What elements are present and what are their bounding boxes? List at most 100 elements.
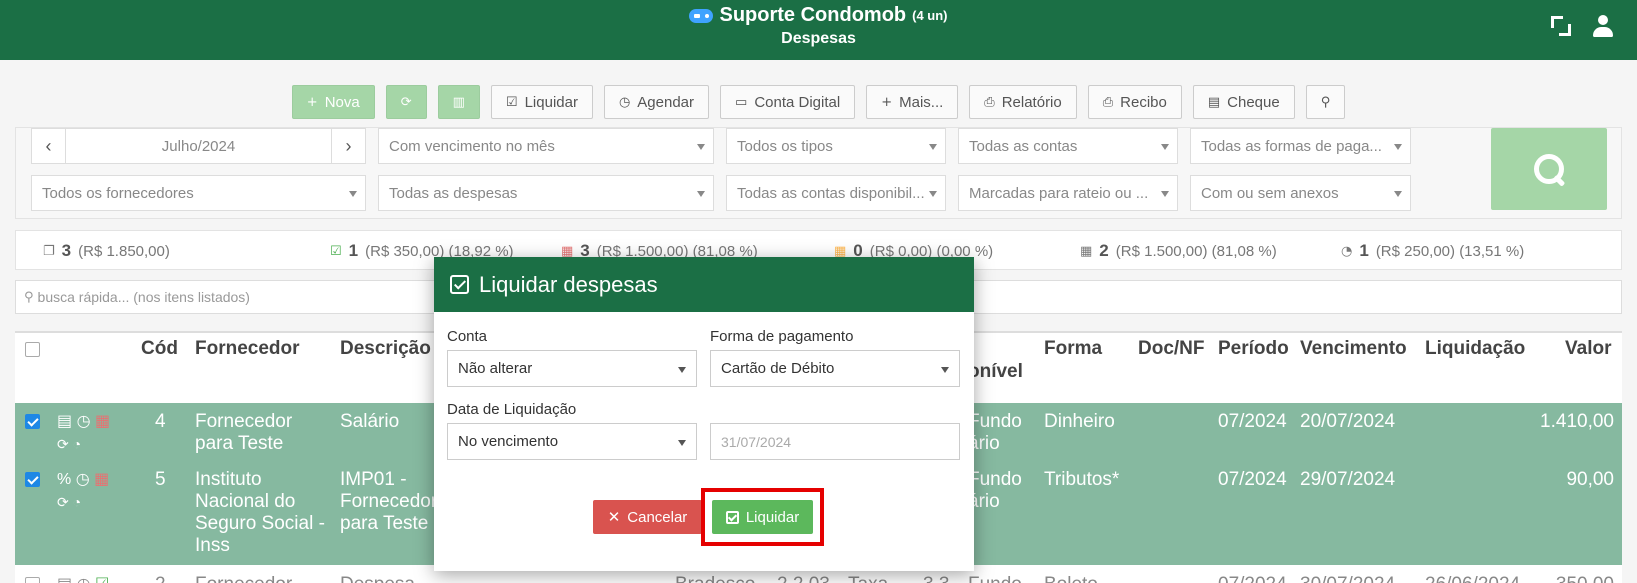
brand: Suporte Condomob (4 un) Despesas [0, 4, 1637, 48]
cell-fornecedor: para Teste [195, 433, 284, 454]
cell-num: 3.3 [923, 574, 949, 583]
search-button[interactable] [1491, 128, 1607, 210]
modal-title: Liquidar despesas [479, 271, 658, 297]
col-docnf[interactable]: Doc/NF [1138, 338, 1205, 360]
cell-disponivel: Fundo [968, 574, 1022, 583]
refresh-button[interactable]: ⟳ [385, 85, 427, 119]
cell-cod: 2 [155, 574, 166, 583]
summary-apportioned[interactable]: ◔ 1 (R$ 250,00) (13,51 %) [1341, 241, 1524, 261]
vencimento-select[interactable]: Com vencimento no mês [378, 128, 714, 164]
document-icon: ▤ [57, 576, 72, 583]
pie-chart-icon: ◔ [72, 494, 82, 510]
fullscreen-icon[interactable] [1549, 14, 1573, 38]
cell-forma: Dinheiro [1044, 411, 1115, 432]
col-disponivel[interactable]: onível [968, 361, 1023, 383]
zoom-button[interactable]: ⚲ [1305, 85, 1346, 119]
refresh-icon: ⟳ [57, 494, 69, 510]
col-forma[interactable]: Forma [1044, 338, 1102, 360]
plus-icon: + [306, 94, 318, 110]
col-cod[interactable]: Cód [141, 338, 178, 360]
clock-icon: ◷ [618, 94, 631, 110]
cheque-button[interactable]: ▤ Cheque [1192, 85, 1295, 119]
cell-forma: Boleto [1044, 574, 1098, 583]
col-vencimento[interactable]: Vencimento [1300, 338, 1407, 360]
col-valor[interactable]: Valor [1565, 338, 1611, 360]
row-checkbox[interactable] [25, 414, 40, 429]
receipt-button[interactable]: ⎙ Recibo [1087, 85, 1182, 119]
table-row[interactable]: ▤ ◷ ☑ 2 Fornecedor Despesa Bradesco 2.2.… [15, 569, 1622, 583]
formas-select[interactable]: Todas as formas de paga... [1190, 128, 1411, 164]
page-title: Despesas [781, 29, 856, 47]
clock-icon: ◷ [77, 576, 91, 583]
date-input[interactable]: 31/07/2024 [710, 423, 960, 460]
calendar-icon: ▦ [1080, 243, 1093, 259]
despesas-select[interactable]: Todas as despesas [378, 175, 714, 211]
top-bar: Suporte Condomob (4 un) Despesas [0, 0, 1637, 60]
row-checkbox[interactable] [25, 577, 40, 583]
toolbar: + Nova ⟳ ▥ ☑ Liquidar ◷ Agendar ▭ Conta Digi… [0, 85, 1637, 119]
cell-disponivel: Fundo [968, 469, 1022, 490]
liquidar-modal: Liquidar despesas Conta Não alterar Form… [434, 257, 974, 571]
cell-forma: Tributos* [1044, 469, 1120, 490]
cell-descricao: Fornecedor [340, 491, 438, 512]
anexos-select[interactable]: Com ou sem anexos [1190, 175, 1411, 211]
row-checkbox[interactable] [25, 472, 40, 487]
cell-fornecedor: Instituto [195, 469, 262, 490]
barcode-icon: ▥ [452, 94, 465, 110]
prev-month-button[interactable]: ‹ [32, 129, 66, 163]
conta-select[interactable]: Não alterar [447, 350, 697, 387]
clock-icon: ◷ [76, 413, 91, 430]
more-button[interactable]: + Mais... [866, 85, 959, 119]
printer-icon: ⎙ [984, 94, 995, 110]
report-button[interactable]: ⎙ Relatório [969, 85, 1077, 119]
cheque-icon: ▤ [1207, 94, 1221, 110]
agendar-button[interactable]: ◷ Agendar [603, 85, 710, 119]
check-square-icon: ☑ [330, 243, 342, 259]
data-liquidacao-select[interactable]: No vencimento [447, 423, 697, 460]
highlight-box [701, 488, 824, 546]
col-periodo[interactable]: Período [1218, 338, 1289, 360]
summary-open[interactable]: ▦ 2 (R$ 1.500,00) (81,08 %) [1080, 241, 1277, 261]
forma-pagamento-label: Forma de pagamento [710, 328, 854, 345]
tipos-select[interactable]: Todos os tipos [726, 128, 946, 164]
col-descricao[interactable]: Descrição [340, 338, 431, 360]
next-month-button[interactable]: › [331, 129, 365, 163]
check-square-icon [450, 275, 469, 294]
summary-total[interactable]: ❐ 3 (R$ 1.850,00) [43, 241, 170, 261]
new-button[interactable]: + Nova [291, 85, 375, 119]
modal-header: Liquidar despesas [434, 257, 974, 312]
row-status-icons: % ◷ ▦ [57, 469, 109, 491]
row-status-icons: ▤ ◷ ▦ [57, 411, 110, 433]
filter-panel: ‹ Julho/2024 › Com vencimento no mês Tod… [15, 127, 1622, 219]
refresh-icon: ⟳ [57, 436, 69, 452]
contas-disponiveis-select[interactable]: Todas as contas disponibil... [726, 175, 946, 211]
cell-vencimento: 30/07/2024 [1300, 574, 1395, 583]
conta-label: Conta [447, 328, 488, 345]
cell-fornecedor: Nacional do [195, 491, 296, 512]
zoom-icon: ⚲ [1320, 94, 1331, 110]
cell-periodo: 07/2024 [1218, 574, 1287, 583]
liquidar-button[interactable]: ☑ Liquidar [490, 85, 593, 119]
cell-descricao: Salário [340, 411, 400, 432]
cell-valor: 1.410,00 [1540, 411, 1614, 432]
calendar-icon: ▦ [95, 413, 111, 430]
cell-cod: 5 [155, 469, 166, 490]
calendar-icon: ▦ [94, 471, 110, 488]
conta-digital-button[interactable]: ▭ Conta Digital [720, 85, 856, 119]
forma-pagamento-select[interactable]: Cartão de Débito [710, 350, 960, 387]
contas-select[interactable]: Todas as contas [958, 128, 1178, 164]
check-square-icon: ☑ [95, 576, 109, 583]
col-liquidacao[interactable]: Liquidação [1425, 338, 1525, 360]
select-all-checkbox[interactable] [25, 342, 40, 357]
col-fornecedor[interactable]: Fornecedor [195, 338, 300, 360]
cell-fornecedor: Fornecedor [195, 574, 292, 583]
user-icon[interactable] [1591, 14, 1615, 38]
barcode-button[interactable]: ▥ [437, 85, 480, 119]
row-extra-icons: ⟳ ◔ [57, 433, 81, 455]
fornecedores-select[interactable]: Todos os fornecedores [31, 175, 366, 211]
cell-banco: Bradesco [675, 574, 755, 583]
rateio-select[interactable]: Marcadas para rateio ou ... [958, 175, 1178, 211]
cell-liquidacao: 26/06/2024 [1425, 574, 1520, 583]
check-square-icon: ☑ [505, 94, 518, 110]
cancel-button[interactable]: ✕ Cancelar [593, 500, 702, 534]
